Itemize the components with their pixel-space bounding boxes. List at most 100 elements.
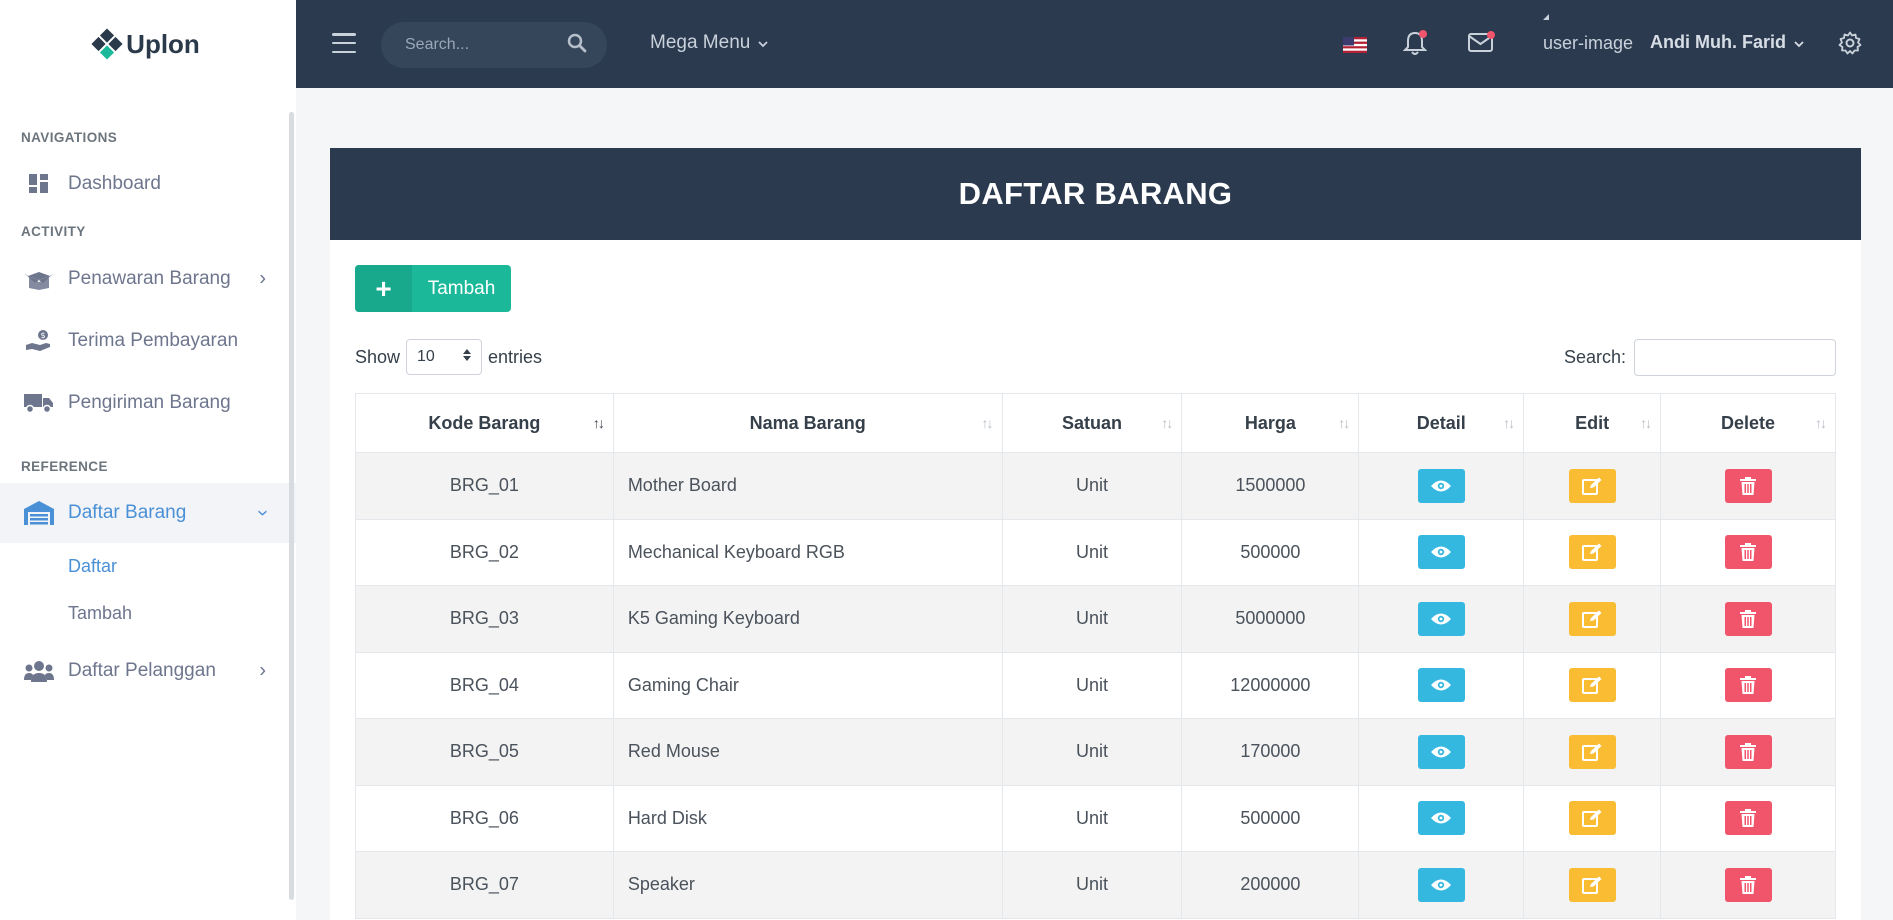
- sort-icon: ↑↓: [1338, 415, 1350, 431]
- sidebar-item-daftar-barang[interactable]: Daftar Barang ›: [0, 483, 296, 543]
- edit-button[interactable]: [1568, 734, 1616, 769]
- search-label: Search:: [1563, 347, 1626, 367]
- detail-button[interactable]: [1417, 867, 1465, 902]
- delete-button[interactable]: [1724, 801, 1772, 836]
- delete-button[interactable]: [1724, 535, 1772, 570]
- mail-icon[interactable]: [1468, 31, 1495, 58]
- sidebar-item-pengiriman-barang[interactable]: Pengiriman Barang: [0, 372, 296, 434]
- sidebar-item-penawaran-barang[interactable]: Penawaran Barang ›: [0, 248, 296, 310]
- trash-icon: [1740, 676, 1757, 695]
- plus-icon: +: [355, 265, 412, 312]
- delete-button[interactable]: [1724, 601, 1772, 636]
- detail-button[interactable]: [1417, 601, 1465, 636]
- app-logo[interactable]: Uplon: [0, 0, 296, 88]
- cell-kode-barang: BRG_03: [355, 585, 614, 653]
- col-header-delete[interactable]: Delete ↑↓: [1660, 393, 1836, 453]
- col-header-edit[interactable]: Edit ↑↓: [1523, 393, 1662, 453]
- cell-harga: 500000: [1181, 518, 1360, 586]
- detail-button[interactable]: [1417, 668, 1465, 703]
- detail-button[interactable]: [1417, 535, 1465, 570]
- edit-button[interactable]: [1568, 601, 1616, 636]
- col-header-nama-barang[interactable]: Nama Barang ↑↓: [612, 393, 1003, 453]
- us-flag-icon[interactable]: [1343, 37, 1367, 53]
- avatar[interactable]: user-image: [1543, 33, 1633, 54]
- notification-bell-icon[interactable]: [1402, 30, 1428, 61]
- cell-harga: 5000000: [1181, 585, 1360, 653]
- cell-kode-barang: BRG_02: [355, 518, 614, 586]
- table-row: BRG_07 Speaker Unit 200000: [355, 851, 1836, 919]
- sort-icon: ↑↓: [1640, 415, 1652, 431]
- cell-detail: [1358, 585, 1525, 653]
- cell-detail: [1358, 518, 1525, 586]
- delete-button[interactable]: [1724, 734, 1772, 769]
- delete-button[interactable]: [1724, 668, 1772, 703]
- sidebar-item-terima-pembayaran[interactable]: $ Terima Pembayaran: [0, 310, 296, 372]
- sidebar-item-dashboard[interactable]: Dashboard: [0, 154, 296, 214]
- cell-harga: 1500000: [1181, 452, 1360, 520]
- sidebar-item-label: Terima Pembayaran: [68, 330, 239, 351]
- delete-button[interactable]: [1724, 867, 1772, 902]
- detail-button[interactable]: [1417, 468, 1465, 503]
- box-open-icon: [24, 266, 54, 292]
- sidebar-scrollbar[interactable]: [289, 112, 294, 900]
- daftar-barang-card: DAFTAR BARANG + Tambah Show 10 entries S…: [330, 148, 1861, 920]
- edit-icon: [1582, 809, 1602, 828]
- cell-edit: [1523, 452, 1662, 520]
- sidebar: Uplon NAVIGATIONS Dashboard ACTIVITY Pen…: [0, 0, 296, 920]
- table-row: BRG_06 Hard Disk Unit 500000: [355, 784, 1836, 852]
- edit-icon: [1582, 477, 1602, 495]
- cell-harga: 170000: [1181, 718, 1360, 786]
- detail-button[interactable]: [1417, 801, 1465, 836]
- edit-button[interactable]: [1568, 535, 1616, 570]
- cell-edit: [1523, 518, 1662, 586]
- cell-harga: 12000000: [1181, 651, 1360, 719]
- items-table: Kode Barang ↑↓ Nama Barang ↑↓ Satuan ↑↓ Har…: [355, 393, 1836, 919]
- eye-icon: [1430, 811, 1452, 825]
- topbar: Mega Menu user-image Andi Muh. Farid: [296, 0, 1893, 88]
- cell-satuan: Unit: [1001, 718, 1183, 786]
- submenu-item-daftar[interactable]: Daftar: [0, 543, 296, 590]
- cell-kode-barang: BRG_05: [355, 718, 614, 786]
- cell-kode-barang: BRG_07: [355, 851, 614, 919]
- search-input[interactable]: [405, 36, 555, 54]
- edit-button[interactable]: [1568, 867, 1616, 902]
- cell-edit: [1523, 851, 1662, 919]
- cell-nama-barang: Red Mouse: [612, 718, 1003, 786]
- detail-button[interactable]: [1417, 734, 1465, 769]
- edit-icon: [1582, 676, 1602, 695]
- cell-satuan: Unit: [1001, 518, 1183, 586]
- search-icon[interactable]: [567, 33, 587, 58]
- edit-button[interactable]: [1568, 668, 1616, 703]
- logo-icon: [91, 28, 123, 60]
- col-header-detail[interactable]: Detail ↑↓: [1358, 393, 1525, 453]
- menu-toggle-icon[interactable]: [332, 33, 356, 53]
- cell-delete: [1660, 651, 1836, 719]
- col-header-satuan[interactable]: Satuan ↑↓: [1001, 393, 1183, 453]
- user-menu[interactable]: Andi Muh. Farid: [1650, 32, 1804, 53]
- show-entries: Show 10 entries: [355, 339, 542, 375]
- sidebar-item-label: Daftar Pelanggan: [68, 660, 216, 681]
- cell-edit: [1523, 585, 1662, 653]
- card-header: DAFTAR BARANG: [330, 148, 1861, 240]
- page-title: DAFTAR BARANG: [958, 176, 1233, 211]
- eye-icon: [1430, 479, 1452, 493]
- sidebar-item-label: Dashboard: [68, 173, 161, 194]
- entries-select[interactable]: 10: [406, 339, 483, 375]
- col-header-kode-barang[interactable]: Kode Barang ↑↓: [355, 393, 614, 453]
- cell-nama-barang: Gaming Chair: [612, 651, 1003, 719]
- delete-button[interactable]: [1724, 468, 1772, 503]
- cell-delete: [1660, 718, 1836, 786]
- mail-dot: [1487, 31, 1495, 39]
- table-search-input[interactable]: [1634, 339, 1836, 376]
- edit-button[interactable]: [1568, 801, 1616, 836]
- edit-button[interactable]: [1568, 468, 1616, 503]
- entries-label: entries: [488, 346, 543, 367]
- mega-menu-dropdown[interactable]: Mega Menu: [650, 32, 768, 54]
- add-item-button[interactable]: + Tambah: [355, 265, 511, 312]
- col-header-harga[interactable]: Harga ↑↓: [1181, 393, 1360, 453]
- section-title-reference: REFERENCE: [21, 459, 108, 474]
- cell-edit: [1523, 784, 1662, 852]
- submenu-item-tambah[interactable]: Tambah: [0, 590, 296, 637]
- gear-icon[interactable]: [1838, 31, 1862, 60]
- sidebar-item-daftar-pelanggan[interactable]: Daftar Pelanggan ›: [0, 641, 296, 701]
